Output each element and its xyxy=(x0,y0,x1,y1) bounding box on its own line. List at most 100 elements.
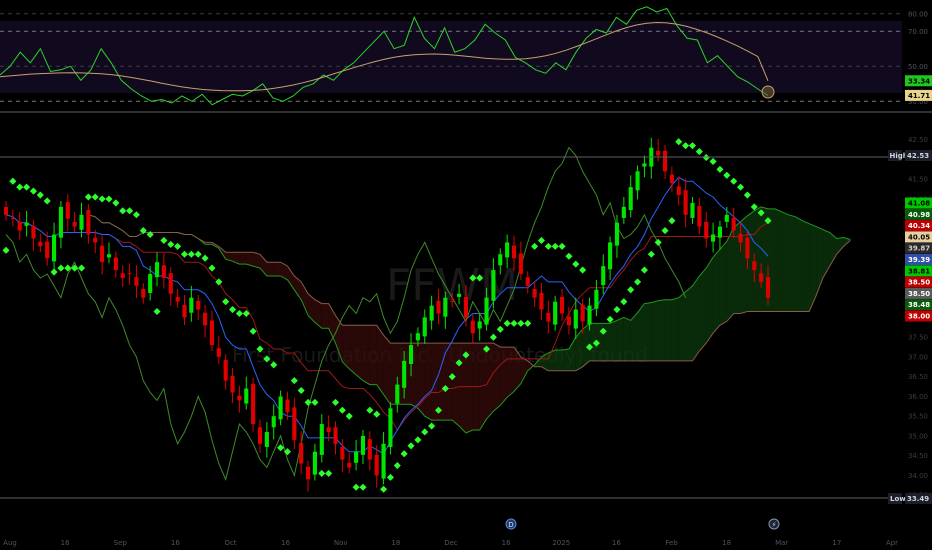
candle-body xyxy=(216,348,221,357)
tag-40-98: 40.98 xyxy=(908,211,930,219)
cloud-segment xyxy=(740,215,748,314)
tag-38-48: 38.48 xyxy=(908,301,930,309)
cloud-segment xyxy=(706,257,714,344)
low-tag: Low 33.49 xyxy=(888,493,932,504)
time-axis-label: Sep xyxy=(114,539,128,547)
cloud-segment xyxy=(507,347,514,398)
candle-body xyxy=(189,297,194,313)
candle-body xyxy=(360,435,366,455)
candle-body xyxy=(257,427,263,444)
time-axis-label: 2025 xyxy=(552,539,570,547)
time-axis-label: 18 xyxy=(391,539,400,547)
candle-body xyxy=(45,241,50,259)
rsi-pane[interactable] xyxy=(0,6,902,106)
candle-body xyxy=(518,253,523,275)
time-axis-label: 17 xyxy=(832,539,841,547)
candle-body xyxy=(443,297,448,317)
cloud-segment xyxy=(651,300,659,361)
candle-body xyxy=(752,261,757,271)
time-axis-label: Dec xyxy=(444,539,458,547)
time-axis-label: 16 xyxy=(61,539,70,547)
candle-body xyxy=(244,388,249,404)
candle-body xyxy=(374,454,379,476)
candle-body xyxy=(182,304,187,318)
candle-body xyxy=(154,262,160,278)
cloud-segment xyxy=(445,343,453,421)
candle-body xyxy=(3,206,9,215)
candle-body xyxy=(148,274,153,293)
candle-body xyxy=(292,407,297,440)
time-axis-label: Feb xyxy=(665,539,678,547)
candle-body xyxy=(38,241,43,247)
candle-body xyxy=(601,266,606,286)
cloud-segment xyxy=(376,325,384,395)
time-axis-label: 16 xyxy=(502,539,511,547)
time-axis-label: 16 xyxy=(171,539,180,547)
candle-body xyxy=(669,174,674,184)
cloud-segment xyxy=(754,206,762,312)
candle-body xyxy=(477,321,482,329)
cloud-segment xyxy=(273,262,281,276)
candle-body xyxy=(738,233,743,243)
candle-body xyxy=(491,270,496,301)
candle-body xyxy=(209,320,215,346)
candle-body xyxy=(175,296,180,302)
tag-41-08: 41.08 xyxy=(908,200,930,208)
dividend-marker-text: D xyxy=(508,521,513,529)
candle-body xyxy=(539,292,544,310)
tag-40-05: 40.05 xyxy=(908,233,930,241)
candle-body xyxy=(72,221,77,227)
price-tick-label: 41.50 xyxy=(908,176,928,184)
candle-body xyxy=(662,150,668,172)
stock-chart[interactable]: FFWM First Foundation Inc. (Undoubtedly)… xyxy=(0,0,932,550)
rsi-band xyxy=(0,21,902,93)
high-tag: High 42.53 xyxy=(888,150,932,161)
candle-body xyxy=(106,254,112,258)
dividend-marker[interactable]: D xyxy=(505,518,517,530)
candle-body xyxy=(168,273,173,294)
tag-40-34: 40.34 xyxy=(908,222,930,230)
cloud-segment xyxy=(452,343,460,427)
tag-39-87: 39.87 xyxy=(908,245,930,253)
candle-body xyxy=(223,360,228,381)
earnings-marker[interactable]: ⚡ xyxy=(768,518,780,530)
price-tick-label: 36.50 xyxy=(908,373,928,381)
candle-body xyxy=(86,210,91,235)
time-axis-label: 18 xyxy=(722,539,731,547)
candle-body xyxy=(532,289,537,298)
candle-body xyxy=(656,150,661,156)
candle-body xyxy=(51,234,57,262)
price-tags: 41.08 40.98 40.34 40.05 39.87 39.39 38.81 38.50… xyxy=(905,197,932,322)
candle-body xyxy=(457,293,462,297)
cloud-segment xyxy=(747,210,755,312)
candle-body xyxy=(65,202,70,219)
candle-body xyxy=(635,171,640,191)
cloud-segment xyxy=(802,220,810,312)
cloud-segment xyxy=(424,343,432,421)
cloud-segment xyxy=(616,317,624,361)
candle-body xyxy=(58,206,63,238)
cloud-segment xyxy=(623,317,631,361)
candle-body xyxy=(333,427,338,444)
candle-body xyxy=(505,242,510,258)
candle-body xyxy=(196,300,201,310)
candle-body xyxy=(79,214,84,230)
candle-body xyxy=(450,300,455,302)
cloud-segment xyxy=(726,227,734,322)
candle-body xyxy=(690,202,695,218)
cloud-segment xyxy=(637,303,645,361)
candle-body xyxy=(724,214,729,222)
cloud-segment xyxy=(486,343,494,420)
cloud-segment xyxy=(548,350,556,371)
rsi-last-tag: 33.34 xyxy=(908,77,930,85)
candle-body xyxy=(711,234,716,242)
candle-body xyxy=(237,395,242,401)
candle-body xyxy=(10,217,15,219)
cloud-segment xyxy=(685,285,693,361)
candle-body xyxy=(415,333,420,341)
candle-body xyxy=(765,277,771,298)
cloud-segment xyxy=(671,297,679,361)
cloud-segment xyxy=(610,320,617,361)
candle-body xyxy=(381,443,386,479)
candle-body xyxy=(340,446,345,460)
